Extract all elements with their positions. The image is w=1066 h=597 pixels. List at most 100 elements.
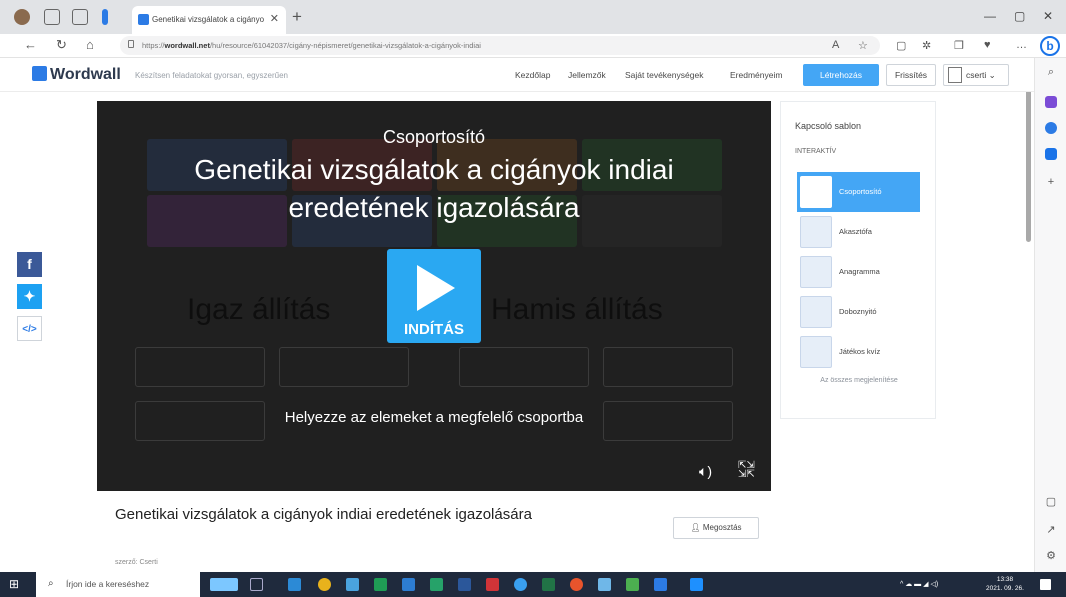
external-icon[interactable]: ↗ <box>1045 524 1057 536</box>
taskbar-app-icon[interactable] <box>654 578 667 591</box>
minimize-icon[interactable]: — <box>984 9 996 23</box>
activity-title: Genetikai vizsgálatok a cigányok indiai … <box>194 154 674 223</box>
window-close-icon[interactable]: ✕ <box>1043 9 1053 23</box>
start-label: INDÍTÁS <box>404 321 464 338</box>
back-icon[interactable]: ← <box>24 37 37 52</box>
menu-features[interactable]: Jellemzők <box>568 70 606 80</box>
play-icon <box>417 265 455 311</box>
taskbar-app-icon[interactable] <box>346 578 359 591</box>
taskbar-app-icon[interactable] <box>690 578 703 591</box>
template-item-hangman[interactable]: Akasztófa <box>797 212 920 252</box>
taskbar-app-icon[interactable] <box>486 578 499 591</box>
group-sort-icon <box>800 176 832 208</box>
close-icon[interactable]: ✕ <box>270 12 279 25</box>
template-item-anagram[interactable]: Anagramma <box>797 252 920 292</box>
wordwall-favicon <box>138 14 149 25</box>
page-scrollbar[interactable] <box>1026 72 1031 242</box>
tools-icon[interactable] <box>1045 122 1057 134</box>
template-label: Akasztófa <box>839 227 872 236</box>
template-item-quiz[interactable]: Játékos kvíz <box>797 332 920 372</box>
share-user-icon: 👤︎ <box>690 523 701 532</box>
facebook-share-button[interactable]: f <box>17 252 42 277</box>
start-button[interactable]: INDÍTÁS <box>387 249 481 343</box>
star-icon[interactable]: ☆ <box>858 39 868 52</box>
search-icon[interactable]: ⌕ <box>1045 66 1057 78</box>
taskbar-app-icon[interactable] <box>458 578 471 591</box>
anagram-icon <box>800 256 832 288</box>
address-bar-row: ← ↻ ⌂ https://wordwall.net/hu/resource/6… <box>0 34 1066 58</box>
switcher-subtitle: INTERAKTÍV <box>795 148 837 155</box>
address-bar[interactable]: https://wordwall.net/hu/resource/6104203… <box>120 36 880 55</box>
url-prefix: https:// <box>142 41 165 50</box>
refresh-icon[interactable]: ↻ <box>56 37 67 53</box>
browser-tab[interactable]: Genetikai vizsgálatok a cigányo ✕ <box>132 6 286 34</box>
chrome-icon[interactable] <box>318 578 331 591</box>
taskbar-app-icon[interactable] <box>402 578 415 591</box>
notification-icon[interactable] <box>1040 579 1051 590</box>
template-item-open-the-box[interactable]: Doboznyitó <box>797 292 920 332</box>
taskbar-app-icon[interactable] <box>626 578 639 591</box>
taskbar-app-icon[interactable] <box>288 578 301 591</box>
menu-my-results[interactable]: Eredményeim <box>730 70 782 80</box>
collections-icon[interactable]: ❐ <box>954 39 964 52</box>
fullscreen-icon[interactable]: ⇱⇲ ⇲⇱ <box>738 461 755 480</box>
taskbar-app-icon[interactable] <box>374 578 387 591</box>
menu-home[interactable]: Kezdőlap <box>515 70 550 80</box>
profile-icon[interactable] <box>14 9 30 25</box>
browser-tab-strip: Genetikai vizsgálatok a cigányo ✕ + — ▢ … <box>0 0 1066 34</box>
new-tab-icon[interactable]: + <box>292 7 302 27</box>
read-aloud-icon[interactable]: A <box>832 39 839 51</box>
share-label: Megosztás <box>702 523 742 532</box>
outlook-icon[interactable] <box>1045 148 1057 160</box>
home-icon[interactable]: ⌂ <box>86 37 94 52</box>
sound-icon[interactable]: 🔈︎) <box>699 463 712 480</box>
edge-icon[interactable] <box>514 578 527 591</box>
windows-icon[interactable]: ⊞ <box>9 578 22 591</box>
activity-player[interactable]: Igaz állítás Hamis állítás Csoportosító … <box>97 101 771 491</box>
taskbar-clock[interactable]: 13:38 2021. 09. 26. <box>985 575 1025 593</box>
taskbar-app-icon[interactable] <box>542 578 555 591</box>
upgrade-button[interactable]: Frissítés <box>886 64 936 86</box>
drop-slot <box>135 347 265 387</box>
logo-text: Wordwall <box>50 66 121 83</box>
template-label: Csoportosító <box>839 187 882 196</box>
drop-slot <box>279 347 409 387</box>
create-button[interactable]: Létrehozás <box>803 64 879 86</box>
taskbar-app-icon[interactable] <box>598 578 611 591</box>
template-item-group-sort[interactable]: Csoportosító <box>797 172 920 212</box>
lock-icon <box>128 40 134 48</box>
taskbar-app-icon[interactable] <box>210 578 238 591</box>
activity-info: Genetikai vizsgálatok a cigányok indiai … <box>97 491 771 572</box>
browser-essentials-icon[interactable]: ♥ <box>984 39 991 51</box>
workspaces-icon[interactable] <box>44 9 60 25</box>
wordwall-logo[interactable]: Wordwall <box>32 66 121 84</box>
tab-actions-icon[interactable] <box>72 9 88 25</box>
url-domain: wordwall.net <box>164 41 210 50</box>
split-icon[interactable]: ▢ <box>1045 496 1057 508</box>
extensions-icon[interactable]: ✲ <box>922 39 931 52</box>
maximize-icon[interactable]: ▢ <box>1014 9 1025 23</box>
template-label: Játékos kvíz <box>839 347 881 356</box>
split-screen-icon[interactable]: ▢ <box>896 39 906 52</box>
menu-my-activities[interactable]: Saját tevékenységek <box>625 70 703 80</box>
shopping-icon[interactable] <box>1045 96 1057 108</box>
activity-instruction: Helyezze az elemeket a megfelelő csoport… <box>284 409 584 426</box>
url-path: /hu/resource/61042037/cigány-népismeret/… <box>209 41 481 50</box>
share-button[interactable]: 👤︎ Megosztás <box>673 517 759 539</box>
embed-button[interactable]: </> <box>17 316 42 341</box>
more-icon[interactable]: … <box>1016 39 1027 51</box>
task-view-icon[interactable] <box>250 578 263 591</box>
system-tray[interactable]: ^ ☁ ▬ ◢ ◁) <box>900 580 938 588</box>
settings-icon[interactable]: ⚙ <box>1045 550 1057 562</box>
site-tagline: Készítsen feladatokat gyorsan, egyszerűe… <box>135 71 288 80</box>
twitter-share-button[interactable]: ✦ <box>17 284 42 309</box>
taskbar-app-icon[interactable] <box>570 578 583 591</box>
taskbar-search[interactable]: ⌕ Írjon ide a kereséshez <box>36 572 200 597</box>
bing-icon[interactable]: b <box>1040 36 1060 56</box>
user-menu[interactable]: cserti ⌄ <box>943 64 1009 86</box>
vertical-tabs-icon[interactable] <box>102 9 108 25</box>
taskbar-app-icon[interactable] <box>430 578 443 591</box>
add-icon[interactable]: + <box>1045 176 1057 188</box>
template-switcher: Kapcsoló sablon INTERAKTÍV Csoportosító … <box>780 101 936 419</box>
show-all-templates-link[interactable]: Az összes megjelenítése <box>781 377 937 384</box>
